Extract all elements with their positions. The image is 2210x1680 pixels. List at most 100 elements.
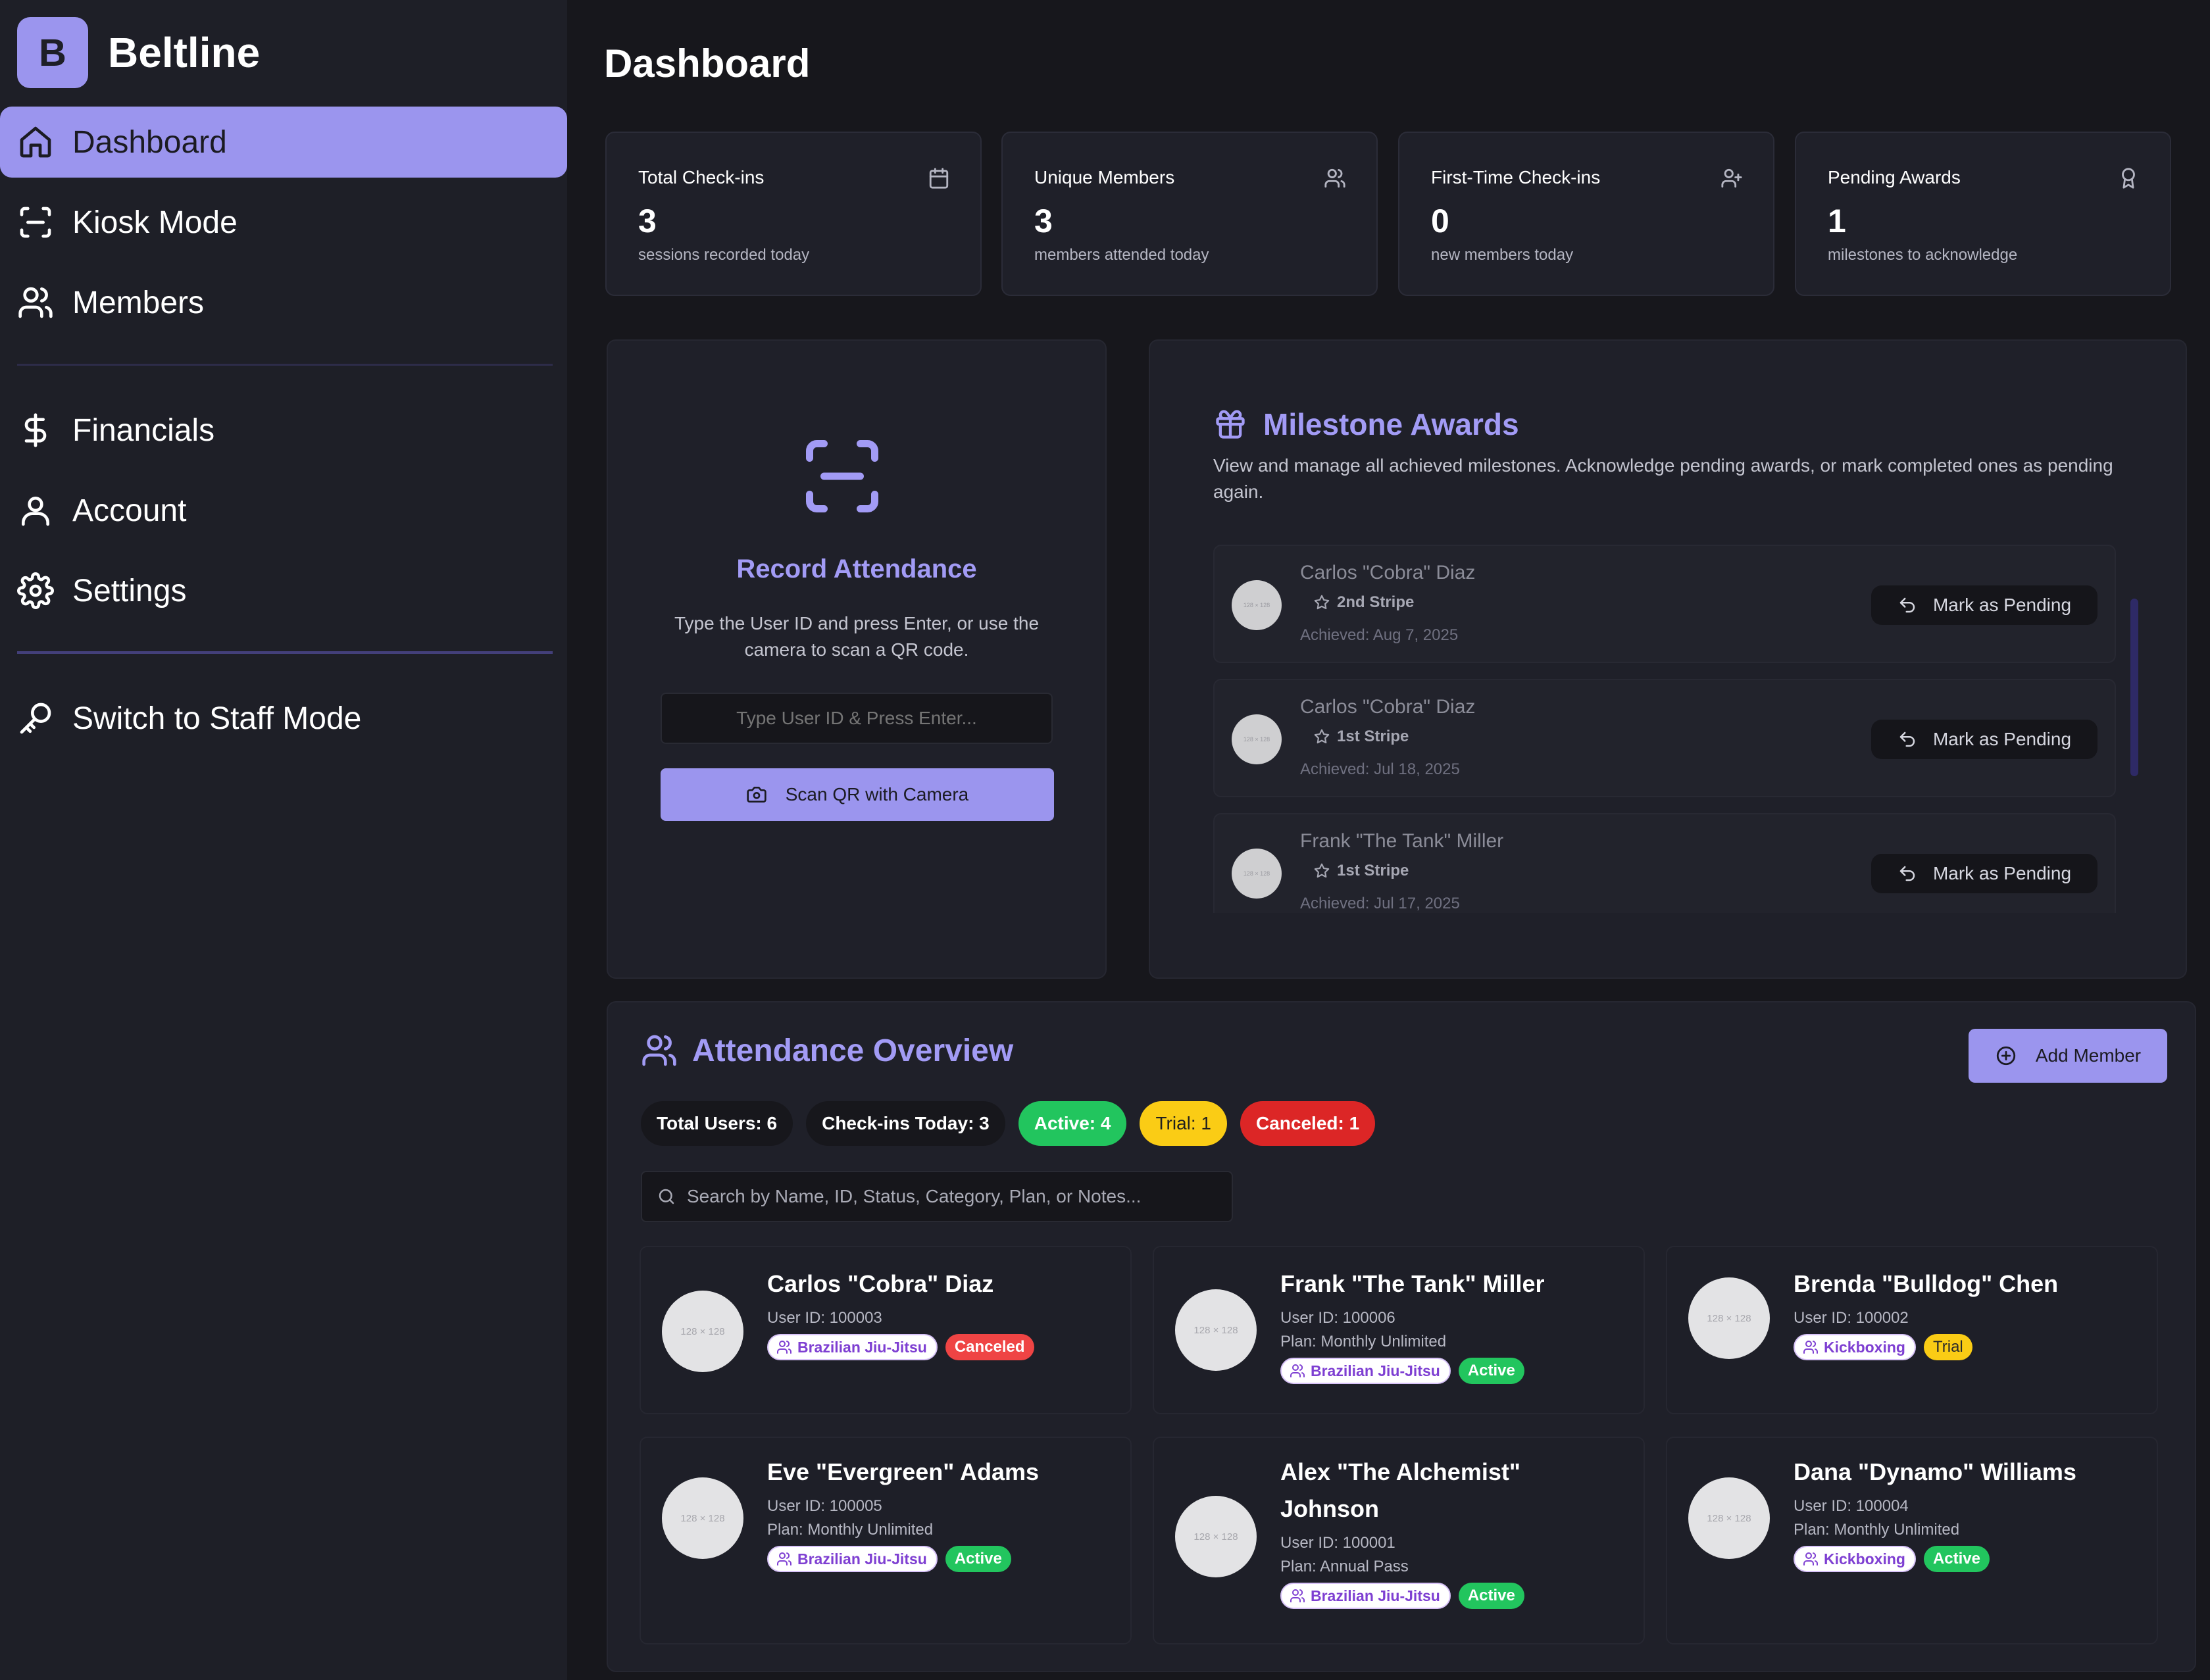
member-plan: Plan: Monthly Unlimited bbox=[1280, 1333, 1447, 1350]
category-label: Brazilian Jiu-Jitsu bbox=[797, 1338, 927, 1356]
user-icon bbox=[22, 497, 49, 526]
member-user-id: User ID: 100001 bbox=[1280, 1534, 1395, 1552]
users-icon bbox=[1803, 1341, 1819, 1354]
category-label: Brazilian Jiu-Jitsu bbox=[1311, 1587, 1440, 1604]
avatar: 128 × 128 bbox=[1175, 1289, 1257, 1371]
attendance-title: Attendance Overview bbox=[692, 1033, 1014, 1068]
sidebar-item-account[interactable]: Account bbox=[0, 475, 567, 546]
member-card[interactable]: 128 × 128 Frank "The Tank" Miller User I… bbox=[1153, 1246, 1645, 1414]
milestone-award-label: 1st Stripe bbox=[1337, 728, 1409, 745]
member-name: Dana "Dynamo" Williams bbox=[1794, 1458, 2076, 1485]
plus-circle-icon bbox=[1996, 1046, 2016, 1066]
status-badge: Active bbox=[1458, 1583, 1524, 1609]
sidebar-item-settings[interactable]: Settings bbox=[0, 555, 567, 626]
member-card[interactable]: 128 × 128 Alex "The Alchemist" Johnson U… bbox=[1153, 1437, 1645, 1644]
stat-label: Total Check-ins bbox=[638, 167, 765, 187]
scan-qr-button[interactable]: Scan QR with Camera bbox=[661, 768, 1054, 821]
star-icon bbox=[1314, 863, 1330, 878]
star-icon bbox=[1314, 595, 1330, 610]
sidebar-item-dashboard[interactable]: Dashboard bbox=[0, 107, 567, 178]
checkins-today-pill: Check-ins Today: 3 bbox=[806, 1101, 1005, 1146]
camera-icon bbox=[747, 787, 766, 803]
status-badge: Active bbox=[1458, 1358, 1524, 1384]
avatar: 128 × 128 bbox=[1232, 849, 1282, 899]
brand-name: Beltline bbox=[108, 29, 261, 76]
member-tags: Kickboxing Active bbox=[1794, 1546, 1990, 1572]
milestone-header: Milestone Awards bbox=[1213, 407, 1519, 442]
trial-count-pill: Trial: 1 bbox=[1140, 1101, 1228, 1146]
milestone-item: 128 × 128 Carlos "Cobra" Diaz 1st Stripe… bbox=[1213, 679, 2116, 797]
stat-subtitle: new members today bbox=[1431, 246, 1574, 264]
page-title: Dashboard bbox=[604, 41, 811, 86]
stat-subtitle: milestones to acknowledge bbox=[1828, 246, 2018, 264]
mark-as-pending-label: Mark as Pending bbox=[1932, 595, 2072, 615]
milestone-award-label: 1st Stripe bbox=[1337, 862, 1409, 879]
stat-label: Pending Awards bbox=[1828, 167, 1961, 187]
add-member-label: Add Member bbox=[2035, 1045, 2142, 1066]
key-icon bbox=[20, 703, 51, 734]
brand-logo: B bbox=[17, 17, 88, 88]
avatar: 128 × 128 bbox=[1688, 1277, 1770, 1359]
user-id-input[interactable] bbox=[661, 693, 1053, 744]
milestone-scrollbar[interactable] bbox=[2130, 599, 2138, 776]
milestone-item: 128 × 128 Carlos "Cobra" Diaz 2nd Stripe… bbox=[1213, 545, 2116, 663]
milestone-date: Achieved: Jul 18, 2025 bbox=[1300, 760, 1460, 778]
star-icon bbox=[1314, 729, 1330, 744]
sidebar-item-switch-staff-mode[interactable]: Switch to Staff Mode bbox=[0, 683, 567, 754]
search-input[interactable] bbox=[687, 1186, 1226, 1207]
users-icon bbox=[1290, 1589, 1305, 1602]
scan-qr-button-label: Scan QR with Camera bbox=[785, 784, 969, 804]
sidebar-item-members[interactable]: Members bbox=[0, 267, 567, 338]
mark-as-pending-button[interactable]: Mark as Pending bbox=[1871, 585, 2097, 625]
sidebar-item-label: Kiosk Mode bbox=[72, 205, 238, 240]
sidebar-item-financials[interactable]: Financials bbox=[0, 395, 567, 466]
sidebar-divider bbox=[17, 364, 553, 366]
stat-card-unique-members: Unique Members 3 members attended today bbox=[1001, 132, 1378, 296]
total-users-pill: Total Users: 6 bbox=[641, 1101, 793, 1146]
member-plan: Plan: Monthly Unlimited bbox=[767, 1521, 934, 1539]
member-card[interactable]: 128 × 128 Brenda "Bulldog" Chen User ID:… bbox=[1666, 1246, 2158, 1414]
member-card[interactable]: 128 × 128 Dana "Dynamo" Williams User ID… bbox=[1666, 1437, 2158, 1644]
add-member-button[interactable]: Add Member bbox=[1969, 1029, 2167, 1083]
sidebar-item-kiosk-mode[interactable]: Kiosk Mode bbox=[0, 187, 567, 258]
member-card[interactable]: 128 × 128 Carlos "Cobra" Diaz User ID: 1… bbox=[640, 1246, 1132, 1414]
attendance-header: Attendance Overview bbox=[641, 1032, 1013, 1069]
mark-as-pending-label: Mark as Pending bbox=[1932, 729, 2072, 749]
member-name: Brenda "Bulldog" Chen bbox=[1794, 1270, 2059, 1297]
member-search[interactable] bbox=[641, 1171, 1233, 1222]
stat-subtitle: sessions recorded today bbox=[638, 246, 810, 264]
avatar: 128 × 128 bbox=[1232, 714, 1282, 764]
member-card[interactable]: 128 × 128 Eve "Evergreen" Adams User ID:… bbox=[640, 1437, 1132, 1644]
member-user-id: User ID: 100004 bbox=[1794, 1497, 1909, 1515]
gift-icon bbox=[1216, 410, 1245, 439]
users-icon bbox=[777, 1341, 792, 1354]
avatar: 128 × 128 bbox=[662, 1291, 743, 1372]
mark-as-pending-button[interactable]: Mark as Pending bbox=[1871, 720, 2097, 759]
canceled-count-pill: Canceled: 1 bbox=[1240, 1101, 1376, 1146]
milestone-description: View and manage all achieved milestones.… bbox=[1213, 455, 2113, 502]
brand[interactable]: B Beltline bbox=[17, 17, 260, 88]
member-name: Eve "Evergreen" Adams bbox=[767, 1458, 1039, 1485]
member-plan: Plan: Monthly Unlimited bbox=[1794, 1521, 1960, 1539]
sidebar: B Beltline Dashboard Kiosk Mode Members … bbox=[0, 0, 567, 1680]
mark-as-pending-button[interactable]: Mark as Pending bbox=[1871, 854, 2097, 893]
member-tags: Brazilian Jiu-Jitsu Active bbox=[767, 1546, 1011, 1572]
milestone-list[interactable]: 128 × 128 Carlos "Cobra" Diaz 2nd Stripe… bbox=[1213, 545, 2116, 913]
category-label: Kickboxing bbox=[1824, 1550, 1905, 1568]
users-icon bbox=[1803, 1552, 1819, 1566]
stat-card-pending-awards: Pending Awards 1 milestones to acknowled… bbox=[1795, 132, 2171, 296]
category-tag: Brazilian Jiu-Jitsu bbox=[1280, 1583, 1451, 1609]
stat-card-total-checkins: Total Check-ins 3 sessions recorded toda… bbox=[605, 132, 982, 296]
milestone-award: 2nd Stripe bbox=[1313, 593, 1414, 612]
milestone-title: Milestone Awards bbox=[1263, 407, 1519, 441]
users-icon bbox=[1290, 1364, 1305, 1377]
milestone-date: Achieved: Aug 7, 2025 bbox=[1300, 626, 1459, 644]
stat-value: 3 bbox=[638, 203, 657, 239]
category-tag: Kickboxing bbox=[1794, 1334, 1916, 1360]
category-label: Kickboxing bbox=[1824, 1338, 1905, 1356]
member-name: Frank "The Tank" Miller bbox=[1280, 1270, 1545, 1297]
milestone-award: 1st Stripe bbox=[1313, 728, 1409, 746]
member-tags: Brazilian Jiu-Jitsu Canceled bbox=[767, 1334, 1034, 1360]
category-tag: Brazilian Jiu-Jitsu bbox=[767, 1546, 938, 1572]
stat-subtitle: members attended today bbox=[1034, 246, 1209, 264]
